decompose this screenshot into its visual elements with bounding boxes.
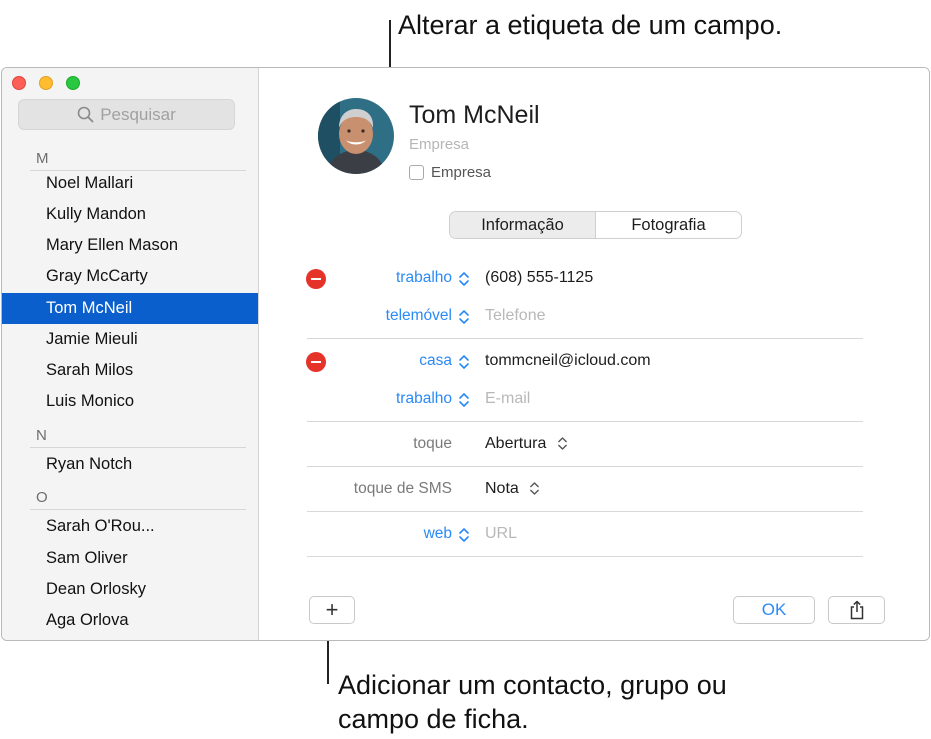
contact-name[interactable]: Tom McNeil [409,101,540,130]
section-header-o: O [36,489,48,506]
ok-button[interactable]: OK [733,596,815,624]
contact-item[interactable]: Aga Orlova [2,605,258,636]
ringtone-popup[interactable]: Abertura [485,435,568,453]
texttone-value: Nota [485,480,519,497]
section-divider [30,447,246,448]
contact-item[interactable]: Noel Mallari [2,168,258,199]
add-button[interactable]: + [309,596,355,624]
email-value[interactable]: tommcneil@icloud.com [485,352,651,370]
search-icon [77,106,94,123]
texttone-label: toque de SMS [353,480,452,497]
chevron-updown-icon[interactable] [458,392,470,408]
chevron-updown-icon [530,482,540,495]
contact-item[interactable]: Luis Monico [2,386,258,417]
search-field[interactable]: Pesquisar [18,99,235,130]
contact-item[interactable]: Sam Oliver [2,543,258,574]
contact-item[interactable]: Sarah Milos [2,355,258,386]
callout-change-label: Alterar a etiqueta de um campo. [398,10,783,40]
contact-item[interactable]: Kully Mandon [2,199,258,230]
delete-field-button[interactable] [306,269,326,289]
chevron-updown-icon [557,437,567,450]
delete-field-button[interactable] [306,352,326,372]
section-divider [30,509,246,510]
ringtone-label: toque [413,435,452,452]
email-row: casa tommcneil@icloud.com [259,347,929,377]
url-row: web URL [259,520,929,550]
avatar-photo [318,98,394,174]
ringtone-row: toque Abertura [259,430,929,460]
ringtone-value: Abertura [485,435,547,452]
contact-item[interactable]: Mary Ellen Mason [2,230,258,261]
phone-value[interactable]: (608) 555-1125 [485,269,593,287]
tab-info[interactable]: Informação [450,212,596,238]
contact-avatar[interactable] [318,98,394,174]
section-header-n: N [36,427,47,444]
contact-item-selected[interactable]: Tom McNeil [2,293,258,324]
contact-item[interactable]: Jamie Mieuli [2,324,258,355]
url-label[interactable]: web [424,525,452,543]
card-view-tabs: Informação Fotografia [449,211,742,239]
zoom-window-button[interactable] [66,76,80,90]
share-icon [850,600,863,620]
email-label[interactable]: casa [419,352,452,370]
row-divider [307,421,863,422]
callout-add-line2: campo de ficha. [338,704,529,734]
contacts-sidebar: Pesquisar M Noel Mallari Kully Mandon Ma… [2,68,259,640]
callout-add-line1: Adicionar um contacto, grupo ou [338,670,727,700]
phone-row: trabalho (608) 555-1125 [259,264,929,294]
row-divider [307,466,863,467]
share-button[interactable] [828,596,885,624]
email2-label[interactable]: trabalho [396,390,452,408]
row-divider [307,556,863,557]
phone2-label[interactable]: telemóvel [386,307,452,325]
contact-item[interactable]: Sarah O'Rou... [2,511,258,542]
contacts-window: Pesquisar M Noel Mallari Kully Mandon Ma… [1,67,930,641]
contact-card: Tom McNeil Empresa Empresa Informação Fo… [259,68,929,640]
contact-item[interactable]: Ryan Notch [2,449,258,480]
phone-label[interactable]: trabalho [396,269,452,287]
section-header-m: M [36,150,49,167]
callout-add-contact: Adicionar um contacto, grupo ou campo de… [338,668,727,736]
company-checkbox-row[interactable]: Empresa [409,164,491,181]
phone2-row: telemóvel Telefone [259,302,929,332]
texttone-row: toque de SMS Nota [259,475,929,505]
contact-item[interactable]: Dean Orlosky [2,574,258,605]
plus-icon: + [325,597,339,622]
chevron-updown-icon[interactable] [458,309,470,325]
phone2-input[interactable]: Telefone [485,307,546,325]
row-divider [307,338,863,339]
url-input[interactable]: URL [485,525,517,543]
texttone-popup[interactable]: Nota [485,480,540,498]
row-divider [307,511,863,512]
chevron-updown-icon[interactable] [458,527,470,543]
company-checkbox[interactable] [409,165,424,180]
company-field[interactable]: Empresa [409,136,469,153]
chevron-updown-icon[interactable] [458,354,470,370]
tab-photo[interactable]: Fotografia [596,212,741,238]
chevron-updown-icon[interactable] [458,271,470,287]
contact-item[interactable]: Gray McCarty [2,261,258,292]
close-window-button[interactable] [12,76,26,90]
search-placeholder: Pesquisar [100,104,176,124]
email2-row: trabalho E-mail [259,385,929,415]
minimize-window-button[interactable] [39,76,53,90]
email2-input[interactable]: E-mail [485,390,530,408]
company-checkbox-label: Empresa [431,164,492,181]
